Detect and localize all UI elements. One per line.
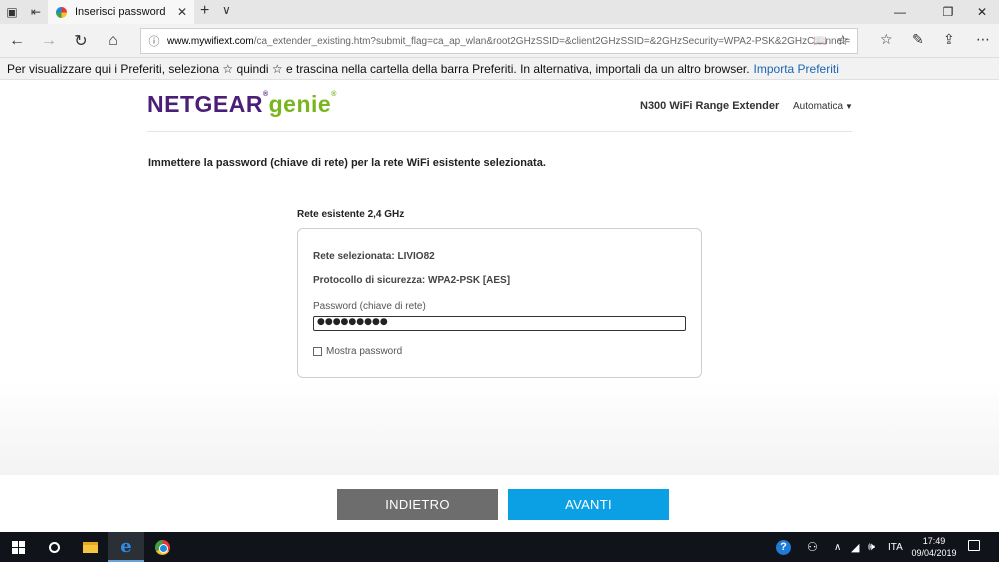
favorites-bar: Per visualizzare qui i Preferiti, selezi… xyxy=(0,58,999,80)
search-button[interactable] xyxy=(36,532,72,562)
new-tab-icon[interactable]: + xyxy=(200,2,209,20)
restore-icon[interactable]: ❐ xyxy=(928,0,968,24)
share-icon[interactable]: ⇪ xyxy=(943,31,955,48)
logo-netgear-text: NETGEAR xyxy=(147,91,263,117)
favorites-hub-icon[interactable]: ☆ xyxy=(880,31,893,48)
netgear-genie-logo: NETGEAR®genie® xyxy=(147,91,337,117)
password-label: Password (chiave di rete) xyxy=(313,301,426,312)
start-button[interactable] xyxy=(0,532,36,562)
show-password-label: Mostra password xyxy=(326,346,403,357)
help-icon: ? xyxy=(776,539,791,555)
windows-logo-icon xyxy=(11,540,25,554)
favorites-hint: Per visualizzare qui i Preferiti, selezi… xyxy=(7,61,750,76)
tab-close-icon[interactable]: ✕ xyxy=(177,5,187,19)
show-hidden-icons-chevron-icon[interactable]: ∧ xyxy=(834,532,841,562)
clock[interactable]: 17:49 09/04/2019 xyxy=(906,535,962,559)
next-button[interactable]: AVANTI xyxy=(508,489,669,520)
header-divider xyxy=(147,131,852,132)
more-options-icon[interactable]: ⋯ xyxy=(976,31,990,48)
caret-down-icon: ▼ xyxy=(845,102,853,111)
selected-network: Rete selezionata: LIVIO82 xyxy=(313,251,435,262)
password-input[interactable]: ●●●●●●●●● xyxy=(313,316,686,331)
address-path: /ca_extender_existing.htm?submit_flag=ca… xyxy=(253,35,851,47)
language-value: Automatica xyxy=(793,101,844,112)
button-bar: INDIETRO AVANTI xyxy=(0,475,999,532)
pen-notes-icon[interactable]: ✎ xyxy=(912,31,924,48)
tab-active[interactable]: Inserisci password ✕ xyxy=(48,0,194,24)
back-icon[interactable]: ← xyxy=(6,30,28,52)
refresh-icon[interactable]: ↻ xyxy=(70,30,92,52)
address-bar[interactable]: ⓘ www.mywifiext.com /ca_extender_existin… xyxy=(140,28,858,54)
edge-button[interactable]: e xyxy=(108,532,144,562)
tab-list-chevron-icon[interactable]: ∨ xyxy=(222,3,231,17)
close-window-icon[interactable]: ✕ xyxy=(965,0,999,24)
logo-genie-text: genie xyxy=(268,91,332,117)
back-button[interactable]: INDIETRO xyxy=(337,489,498,520)
set-aside-tabs-icon[interactable]: ⇤ xyxy=(24,0,48,24)
file-explorer-button[interactable] xyxy=(72,532,108,562)
favorite-star-icon[interactable]: ☆ xyxy=(836,32,849,49)
input-language[interactable]: ITA xyxy=(888,532,903,562)
help-tray-item[interactable]: ? xyxy=(776,532,791,562)
instruction-text: Immettere la password (chiave di rete) p… xyxy=(148,157,546,169)
tab-bar: ▣ ⇤ Inserisci password ✕ + ∨ — ❐ ✕ xyxy=(0,0,999,24)
edge-icon: e xyxy=(120,535,132,557)
notifications-icon[interactable] xyxy=(968,540,980,551)
forward-icon[interactable]: → xyxy=(38,30,60,52)
device-model: N300 WiFi Range Extender xyxy=(640,100,780,112)
show-password-toggle[interactable]: Mostra password xyxy=(313,346,402,357)
volume-icon[interactable]: 🕪 xyxy=(868,532,875,562)
section-title: Rete esistente 2,4 GHz xyxy=(297,209,405,220)
network-settings-card: Rete selezionata: LIVIO82 Protocollo di … xyxy=(297,228,702,378)
language-select[interactable]: Automatica ▼ xyxy=(793,101,853,112)
clock-date: 09/04/2019 xyxy=(911,548,957,558)
home-icon[interactable]: ⌂ xyxy=(102,30,124,52)
chrome-icon xyxy=(154,539,170,555)
import-favorites-link[interactable]: Importa Preferiti xyxy=(754,62,839,76)
minimize-icon[interactable]: — xyxy=(880,0,920,24)
reading-view-icon[interactable]: 📖 xyxy=(813,34,827,47)
page-content: NETGEAR®genie® N300 WiFi Range Extender … xyxy=(0,80,999,532)
clock-time: 17:49 xyxy=(922,536,946,546)
site-info-icon[interactable]: ⓘ xyxy=(141,33,167,49)
navigation-bar: ← → ↻ ⌂ ⓘ www.mywifiext.com /ca_extender… xyxy=(0,24,999,58)
tab-favicon-icon xyxy=(56,6,67,18)
people-icon[interactable]: ⚇ xyxy=(807,532,818,562)
address-host: www.mywifiext.com xyxy=(167,35,254,47)
tab-actions-icon[interactable]: ▣ xyxy=(0,0,24,24)
tab-title: Inserisci password xyxy=(75,6,166,18)
security-protocol: Protocollo di sicurezza: WPA2-PSK [AES] xyxy=(313,275,511,286)
taskbar: e ? ⚇ ∧ ◢ 🕪 ITA 17:49 09/04/2019 xyxy=(0,532,999,562)
chrome-button[interactable] xyxy=(144,532,180,562)
wifi-icon[interactable]: ◢ xyxy=(851,532,859,562)
cortana-circle-icon xyxy=(48,541,60,553)
show-password-checkbox[interactable] xyxy=(313,347,322,356)
folder-icon xyxy=(82,541,98,553)
